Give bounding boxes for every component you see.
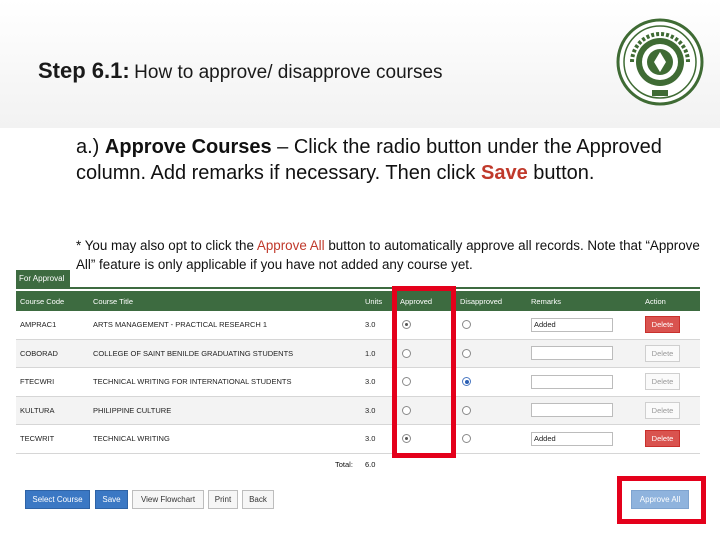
cell-action: Delete: [645, 425, 680, 453]
col-header-disapproved: Disapproved: [460, 296, 503, 306]
back-button[interactable]: Back: [242, 490, 274, 509]
col-header-title: Course Title: [93, 296, 134, 306]
table-row: AMPRAC1 ARTS MANAGEMENT - PRACTICAL RESEA…: [16, 311, 700, 340]
cell-course-code: TECWRIT: [20, 434, 55, 444]
cell-units: 1.0: [365, 348, 376, 358]
note-approve-all: Approve All: [256, 238, 325, 253]
delete-button[interactable]: Delete: [645, 373, 680, 391]
remarks-input[interactable]: [531, 374, 613, 389]
table-header-row: Course Code Course Title Units Approved …: [16, 291, 700, 311]
remarks-input[interactable]: [531, 317, 613, 332]
total-label: Total:: [335, 460, 353, 469]
delete-button[interactable]: Delete: [645, 316, 680, 334]
cell-action: Delete: [645, 397, 680, 425]
remarks-input[interactable]: [531, 403, 613, 418]
remarks-input[interactable]: [531, 346, 613, 361]
cell-disapproved: [460, 340, 471, 368]
print-button[interactable]: Print: [208, 490, 238, 509]
approved-radio[interactable]: [402, 320, 411, 330]
approve-all-button[interactable]: Approve All: [631, 490, 689, 509]
col-header-remarks: Remarks: [531, 296, 562, 306]
college-seal-logo: [616, 18, 704, 106]
approved-radio[interactable]: [402, 377, 411, 387]
slide-step-number: Step 6.1:: [38, 58, 130, 83]
instruction-prefix: a.): [76, 136, 105, 158]
cell-remarks: [531, 311, 613, 339]
tab-underline: [16, 287, 700, 289]
cell-units: 3.0: [365, 377, 376, 387]
course-approval-table: Course Code Course Title Units Approved …: [16, 291, 700, 454]
disapproved-radio[interactable]: [462, 377, 471, 387]
total-units-value: 6.0: [365, 460, 376, 469]
cell-course-title: TECHNICAL WRITING: [93, 434, 170, 444]
cell-remarks: [531, 340, 613, 368]
remarks-input[interactable]: [531, 431, 613, 446]
cell-remarks: [531, 425, 613, 453]
save-button[interactable]: Save: [95, 490, 128, 509]
cell-course-code: COBORAD: [20, 348, 58, 358]
cell-course-code: KULTURA: [20, 405, 55, 415]
cell-course-code: AMPRAC1: [20, 320, 57, 330]
table-row: TECWRIT TECHNICAL WRITING 3.0 Delete: [16, 425, 700, 454]
disapproved-radio[interactable]: [462, 348, 471, 358]
cell-course-title: TECHNICAL WRITING FOR INTERNATIONAL STUD…: [93, 377, 292, 387]
cell-units: 3.0: [365, 434, 376, 444]
select-course-button[interactable]: Select Course: [25, 490, 90, 509]
tab-for-approval[interactable]: For Approval: [16, 270, 70, 287]
note-part-1: * You may also opt to click the: [76, 238, 257, 253]
table-row: KULTURA PHILIPPINE CULTURE 3.0 Delete: [16, 396, 700, 425]
disapproved-radio[interactable]: [462, 320, 471, 330]
disapproved-radio[interactable]: [462, 405, 471, 415]
cell-disapproved: [460, 311, 471, 339]
approved-radio[interactable]: [402, 405, 411, 415]
col-header-units: Units: [365, 296, 383, 306]
instruction-text: a.) Approve Courses – Click the radio bu…: [76, 134, 696, 186]
total-row: Total: 6.0: [16, 457, 700, 473]
cell-remarks: [531, 397, 613, 425]
col-header-approved: Approved: [400, 296, 433, 306]
cell-approved: [400, 397, 411, 425]
col-header-action: Action: [645, 296, 666, 306]
col-header-code: Course Code: [20, 296, 65, 306]
cell-units: 3.0: [365, 405, 376, 415]
cell-approved: [400, 311, 411, 339]
disapproved-radio[interactable]: [462, 434, 471, 444]
cell-action: Delete: [645, 340, 680, 368]
delete-button[interactable]: Delete: [645, 344, 680, 362]
delete-button[interactable]: Delete: [645, 401, 680, 419]
approved-radio[interactable]: [402, 348, 411, 358]
slide-title: Step 6.1: How to approve/ disapprove cou…: [38, 58, 443, 84]
cell-remarks: [531, 368, 613, 396]
cell-disapproved: [460, 397, 471, 425]
cell-approved: [400, 368, 411, 396]
cell-course-title: ARTS MANAGEMENT - PRACTICAL RESEARCH 1: [93, 320, 268, 330]
cell-course-title: PHILIPPINE CULTURE: [93, 405, 172, 415]
cell-action: Delete: [645, 311, 680, 339]
cell-disapproved: [460, 368, 471, 396]
cell-approved: [400, 425, 411, 453]
cell-course-code: FTECWRI: [20, 377, 55, 387]
instruction-body-2: button.: [527, 162, 595, 184]
view-flowchart-button[interactable]: View Flowchart: [132, 490, 204, 509]
cell-action: Delete: [645, 368, 680, 396]
instruction-label: Approve Courses: [104, 136, 272, 158]
approved-radio[interactable]: [402, 434, 411, 444]
cell-course-title: COLLEGE OF SAINT BENILDE GRADUATING STUD…: [93, 348, 294, 358]
cell-approved: [400, 340, 411, 368]
slide-title-text: How to approve/ disapprove courses: [134, 62, 443, 83]
cell-disapproved: [460, 425, 471, 453]
cell-units: 3.0: [365, 320, 376, 330]
table-row: FTECWRI TECHNICAL WRITING FOR INTERNATION…: [16, 368, 700, 397]
delete-button[interactable]: Delete: [645, 430, 680, 448]
instruction-save-word: Save: [480, 162, 528, 184]
table-row: COBORAD COLLEGE OF SAINT BENILDE GRADUATI…: [16, 339, 700, 368]
note-text: * You may also opt to click the Approve …: [76, 236, 716, 274]
